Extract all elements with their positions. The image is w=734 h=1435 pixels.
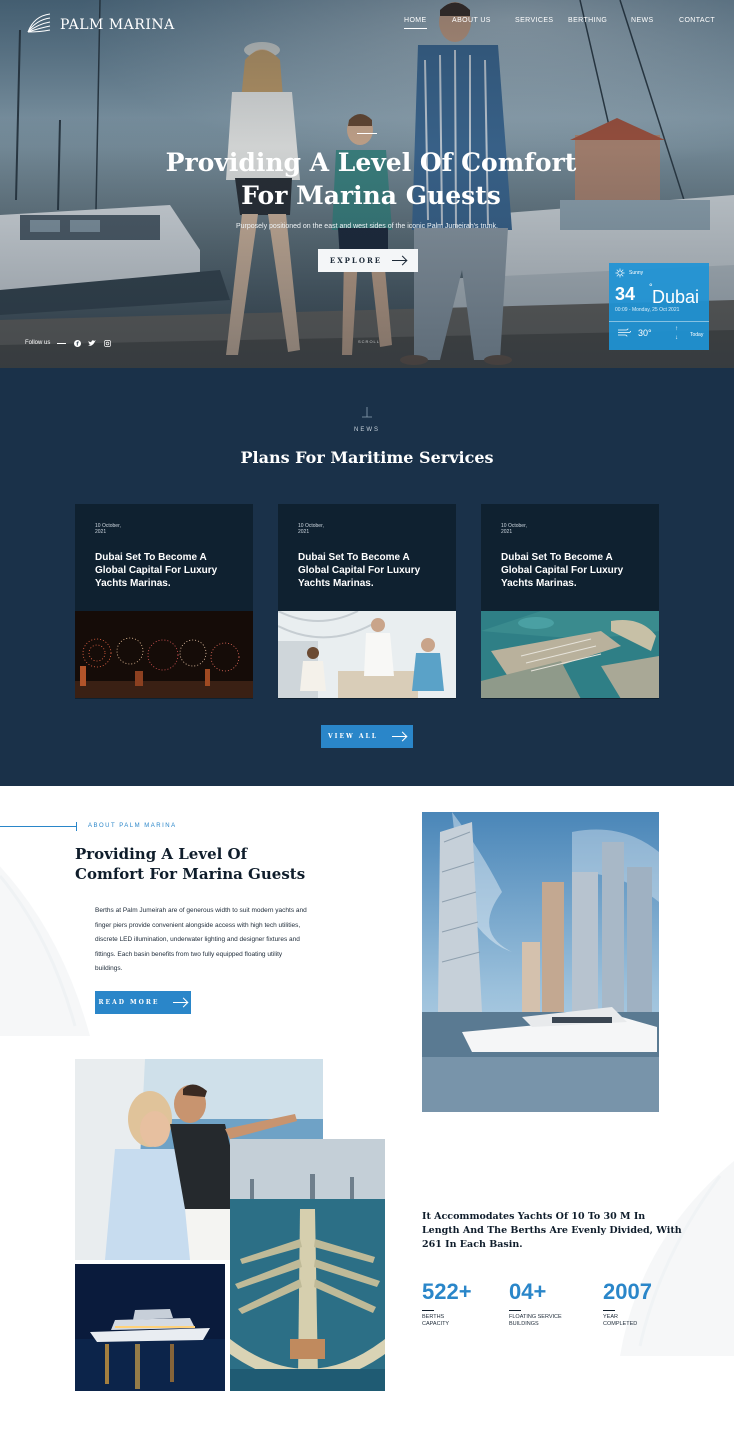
facebook-icon[interactable]: f	[73, 339, 81, 347]
nav-news[interactable]: NEWS	[631, 17, 654, 24]
social-follow: Follow us f	[25, 339, 111, 347]
news-card-title[interactable]: Dubai Set To Become A Global Capital For…	[501, 551, 641, 590]
stat-label-line1: YEAR	[603, 1314, 618, 1320]
stat-divider	[603, 1310, 615, 1311]
about-body: Berths at Palm Jumeirah are of generous …	[95, 907, 307, 972]
stat-floating-buildings: 04+ FLOATING SERVICE BUILDINGS	[509, 1280, 579, 1328]
stat-label-line2: COMPLETED	[603, 1321, 638, 1327]
weather-low-temp: 30°	[638, 328, 652, 338]
brand-name: PALM MARINA	[60, 17, 175, 33]
news-card-date-year: 2021	[95, 529, 107, 535]
news-card-title[interactable]: Dubai Set To Become A Global Capital For…	[95, 551, 235, 590]
main-nav: HOME ABOUT US SERVICES BERTHING NEWS CON…	[404, 17, 716, 31]
news-eyebrow: NEWS	[354, 427, 380, 433]
read-more-button[interactable]: READ MORE	[95, 991, 191, 1014]
news-card-date-year: 2021	[501, 529, 513, 535]
about-title-line2: Comfort For Marina Guests	[75, 865, 306, 883]
weather-today: Today	[690, 332, 704, 338]
nav-berthing[interactable]: BERTHING	[568, 17, 607, 24]
weather-city: Dubai	[652, 287, 700, 307]
stat-label-line1: FLOATING SERVICE	[509, 1314, 562, 1320]
stat-label: YEAR COMPLETED	[603, 1314, 673, 1328]
stat-value: 522+	[422, 1279, 472, 1304]
stat-value: 04+	[509, 1279, 547, 1304]
weather-condition: Sunny	[615, 268, 643, 278]
weather-condition-label: Sunny	[629, 270, 644, 276]
news-card-date: 10 October, 2021	[95, 523, 121, 535]
explore-button[interactable]: EXPLORE	[318, 249, 418, 272]
news-card-date: 10 October, 2021	[298, 523, 324, 535]
yacht-at-night-image	[75, 1264, 225, 1391]
view-all-label: VIEW ALL	[328, 733, 378, 740]
news-card-image-fireworks[interactable]	[75, 611, 253, 698]
read-more-label: READ MORE	[98, 999, 160, 1006]
news-card-date-year: 2021	[298, 529, 310, 535]
stat-label: BERTHS CAPACITY	[422, 1314, 492, 1328]
anchor-icon	[362, 407, 372, 418]
scroll-indicator[interactable]: SCROLL	[358, 339, 380, 344]
about-eyebrow: ABOUT PALM MARINA	[88, 823, 177, 829]
follow-label: Follow us	[25, 340, 51, 346]
nav-contact[interactable]: CONTACT	[679, 17, 715, 24]
stat-label-line1: BERTHS	[422, 1314, 445, 1320]
explore-button-label: EXPLORE	[329, 256, 383, 265]
arrow-right-icon	[173, 1002, 188, 1003]
arrow-right-icon	[392, 260, 407, 261]
news-card-image-marina-aerial[interactable]	[481, 611, 659, 698]
hero-subtitle: Purposely positioned on the east and wes…	[235, 223, 499, 230]
stats-heading: It Accommodates Yachts Of 10 To 30 M In …	[422, 1211, 682, 1250]
news-card-title[interactable]: Dubai Set To Become A Global Capital For…	[298, 551, 438, 590]
stat-berths: 522+ BERTHS CAPACITY	[422, 1280, 492, 1328]
stat-label-line2: BUILDINGS	[509, 1321, 539, 1327]
news-card[interactable]: 10 October, 2021 Dubai Set To Become A G…	[75, 504, 253, 699]
hero-section: PALM MARINA HOME ABOUT US SERVICES BERTH…	[0, 0, 734, 368]
news-card[interactable]: 10 October, 2021 Dubai Set To Become A G…	[278, 504, 456, 699]
hero-title-line2: For Marina Guests	[241, 181, 501, 210]
about-title: Providing A Level Of Comfort For Marina …	[75, 844, 335, 884]
palm-jumeirah-aerial-image	[230, 1139, 385, 1391]
news-section: NEWS Plans For Maritime Services 10 Octo…	[0, 368, 734, 786]
news-card-date: 10 October, 2021	[501, 523, 527, 535]
weather-temperature: 34	[615, 284, 636, 304]
instagram-icon[interactable]	[103, 339, 111, 347]
follow-divider	[57, 342, 67, 344]
eyebrow-line	[0, 826, 76, 827]
weather-divider	[609, 321, 709, 322]
stat-divider	[422, 1310, 434, 1311]
stat-value: 2007	[603, 1279, 652, 1304]
wind-icon	[618, 328, 631, 337]
arrow-right-icon	[391, 736, 406, 737]
nav-home[interactable]: HOME	[404, 17, 427, 29]
news-card-image-yacht-dining[interactable]	[278, 611, 456, 698]
news-card[interactable]: 10 October, 2021 Dubai Set To Become A G…	[481, 504, 659, 699]
nav-services[interactable]: SERVICES	[515, 17, 553, 24]
twitter-icon[interactable]	[88, 339, 97, 347]
hero-title: Providing A Level Of Comfort For Marina …	[0, 146, 734, 212]
palm-logo-icon	[27, 13, 51, 33]
hero-title-line1: Providing A Level Of Comfort	[165, 148, 577, 177]
stat-divider	[509, 1310, 521, 1311]
about-title-line1: Providing A Level Of	[75, 845, 248, 863]
nav-about-us[interactable]: ABOUT US	[452, 17, 491, 24]
weather-datetime: 00:09 - Monday, 25 Oct 2021	[615, 307, 680, 313]
weather-widget: Sunny 34 ° Dubai 00:09 - Monday, 25 Oct …	[609, 263, 709, 350]
brand-logo[interactable]: PALM MARINA	[24, 10, 175, 40]
stat-label-line2: CAPACITY	[422, 1321, 450, 1327]
sun-icon	[615, 268, 625, 278]
eyebrow-tick	[76, 822, 77, 831]
view-all-button[interactable]: VIEW ALL	[321, 725, 413, 748]
about-section: ABOUT PALM MARINA Providing A Level Of C…	[0, 786, 734, 1435]
dubai-marina-skyline-image	[422, 812, 659, 1112]
hero-divider	[357, 133, 377, 134]
up-down-arrows-icon: ↑ ↓	[675, 326, 678, 341]
stat-year-completed: 2007 YEAR COMPLETED	[603, 1280, 673, 1328]
sail-watermark	[620, 1160, 734, 1356]
stat-label: FLOATING SERVICE BUILDINGS	[509, 1314, 579, 1328]
news-title: Plans For Maritime Services	[240, 448, 494, 467]
